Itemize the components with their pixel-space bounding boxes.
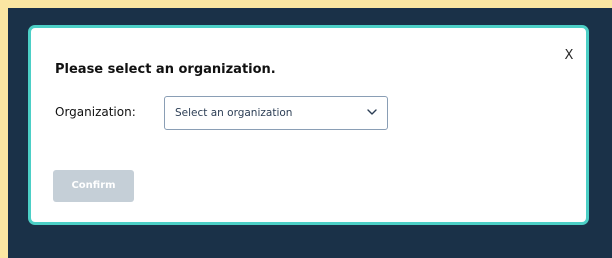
organization-label: Organization: [55,105,136,119]
organization-dialog: X Please select an organization. Organiz… [28,25,589,225]
close-button[interactable]: X [561,48,577,64]
dialog-title: Please select an organization. [55,62,276,77]
chevron-down-icon [367,109,377,115]
organization-select-value: Select an organization [175,107,293,119]
confirm-button[interactable]: Confirm [53,170,134,202]
organization-select[interactable]: Select an organization [164,96,388,130]
